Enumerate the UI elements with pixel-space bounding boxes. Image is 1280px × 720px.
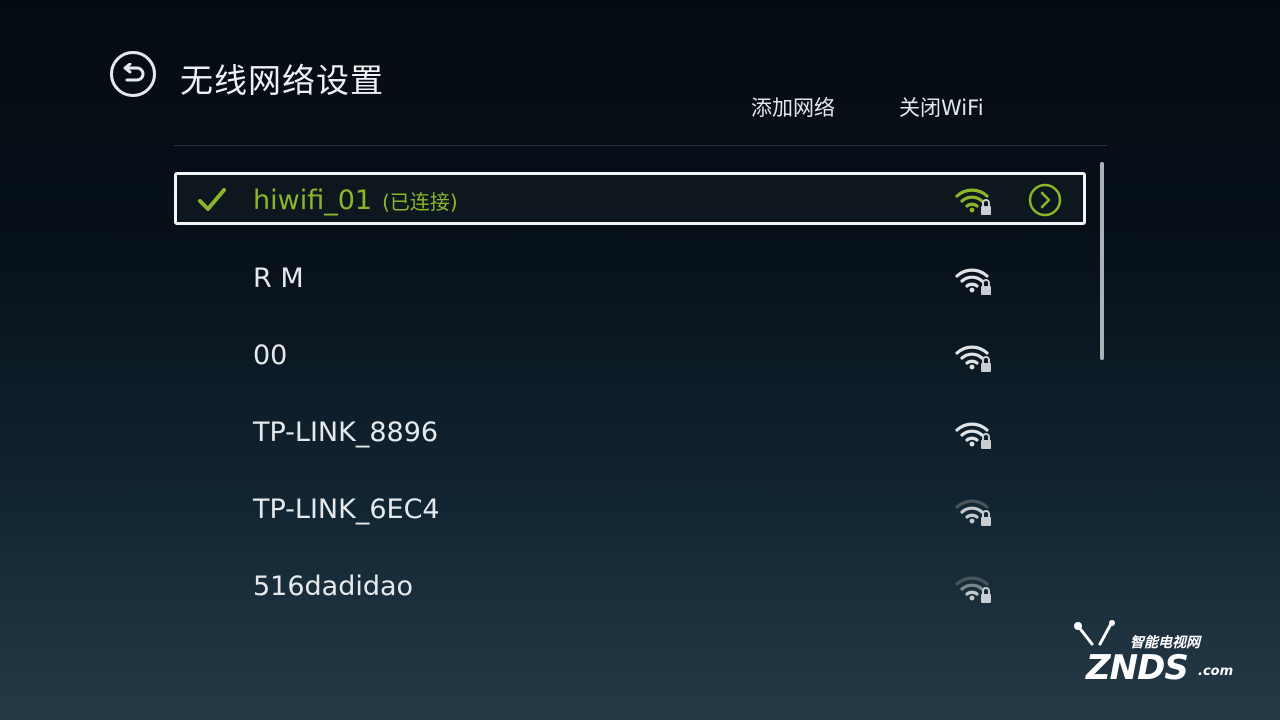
header-divider bbox=[174, 145, 1107, 146]
network-item-516dadidao[interactable]: 516dadidao bbox=[174, 557, 1086, 634]
wifi-lock-icon bbox=[955, 499, 991, 526]
network-ssid: hiwifi_01 (已连接) bbox=[253, 185, 458, 216]
wifi-lock-icon bbox=[955, 188, 991, 215]
network-item-hiwifi-01[interactable]: hiwifi_01 (已连接) bbox=[174, 172, 1086, 225]
watermark-suffix: .com bbox=[1198, 664, 1234, 679]
turn-off-wifi-button[interactable]: 关闭WiFi bbox=[899, 92, 984, 122]
tv-antenna-icon bbox=[1074, 620, 1115, 646]
network-item-tp-link-6ec4[interactable]: TP-LINK_6EC4 bbox=[174, 480, 1086, 557]
page-title: 无线网络设置 bbox=[180, 61, 384, 100]
wifi-lock-icon bbox=[955, 422, 991, 449]
add-network-button[interactable]: 添加网络 bbox=[751, 92, 835, 122]
wifi-lock-icon bbox=[955, 345, 991, 372]
network-item-tp-link-8896[interactable]: TP-LINK_8896 bbox=[174, 403, 1086, 480]
network-item-00[interactable]: 00 bbox=[174, 326, 1086, 403]
network-ssid: 00 bbox=[253, 340, 288, 371]
back-button[interactable] bbox=[110, 51, 156, 97]
network-list: hiwifi_01 (已连接) R M 00 TP-LINK_8896 TP-L… bbox=[174, 172, 1086, 634]
network-ssid: TP-LINK_6EC4 bbox=[253, 494, 440, 525]
znds-watermark: 智能电视网 ZNDS .com bbox=[1068, 620, 1238, 692]
watermark-en: ZNDS bbox=[1086, 648, 1189, 688]
wifi-lock-icon bbox=[955, 268, 991, 295]
network-ssid: TP-LINK_8896 bbox=[253, 417, 439, 448]
back-arrow-icon bbox=[123, 63, 145, 82]
connection-status: (已连接) bbox=[382, 190, 458, 214]
network-item-rm[interactable]: R M bbox=[174, 249, 1086, 326]
checkmark-icon bbox=[198, 188, 226, 211]
chevron-right-circle-icon[interactable] bbox=[1028, 183, 1062, 217]
network-ssid: R M bbox=[253, 263, 304, 294]
wifi-lock-icon bbox=[955, 576, 991, 603]
network-ssid: 516dadidao bbox=[253, 571, 414, 602]
scrollbar[interactable] bbox=[1100, 162, 1104, 360]
